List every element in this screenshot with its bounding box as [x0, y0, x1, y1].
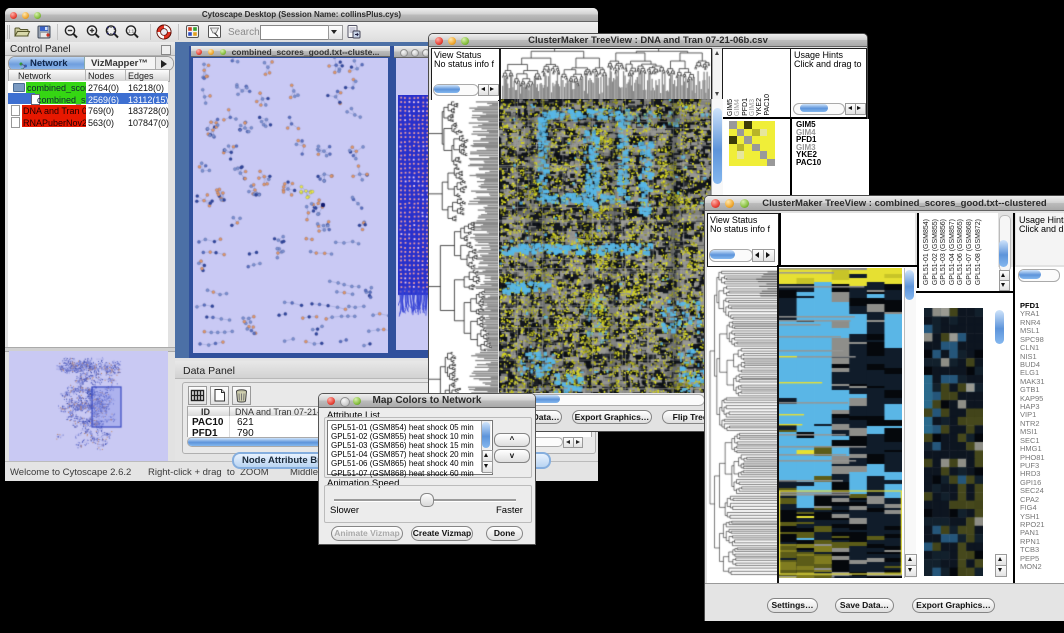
svg-text:1:1: 1:1: [128, 29, 135, 34]
